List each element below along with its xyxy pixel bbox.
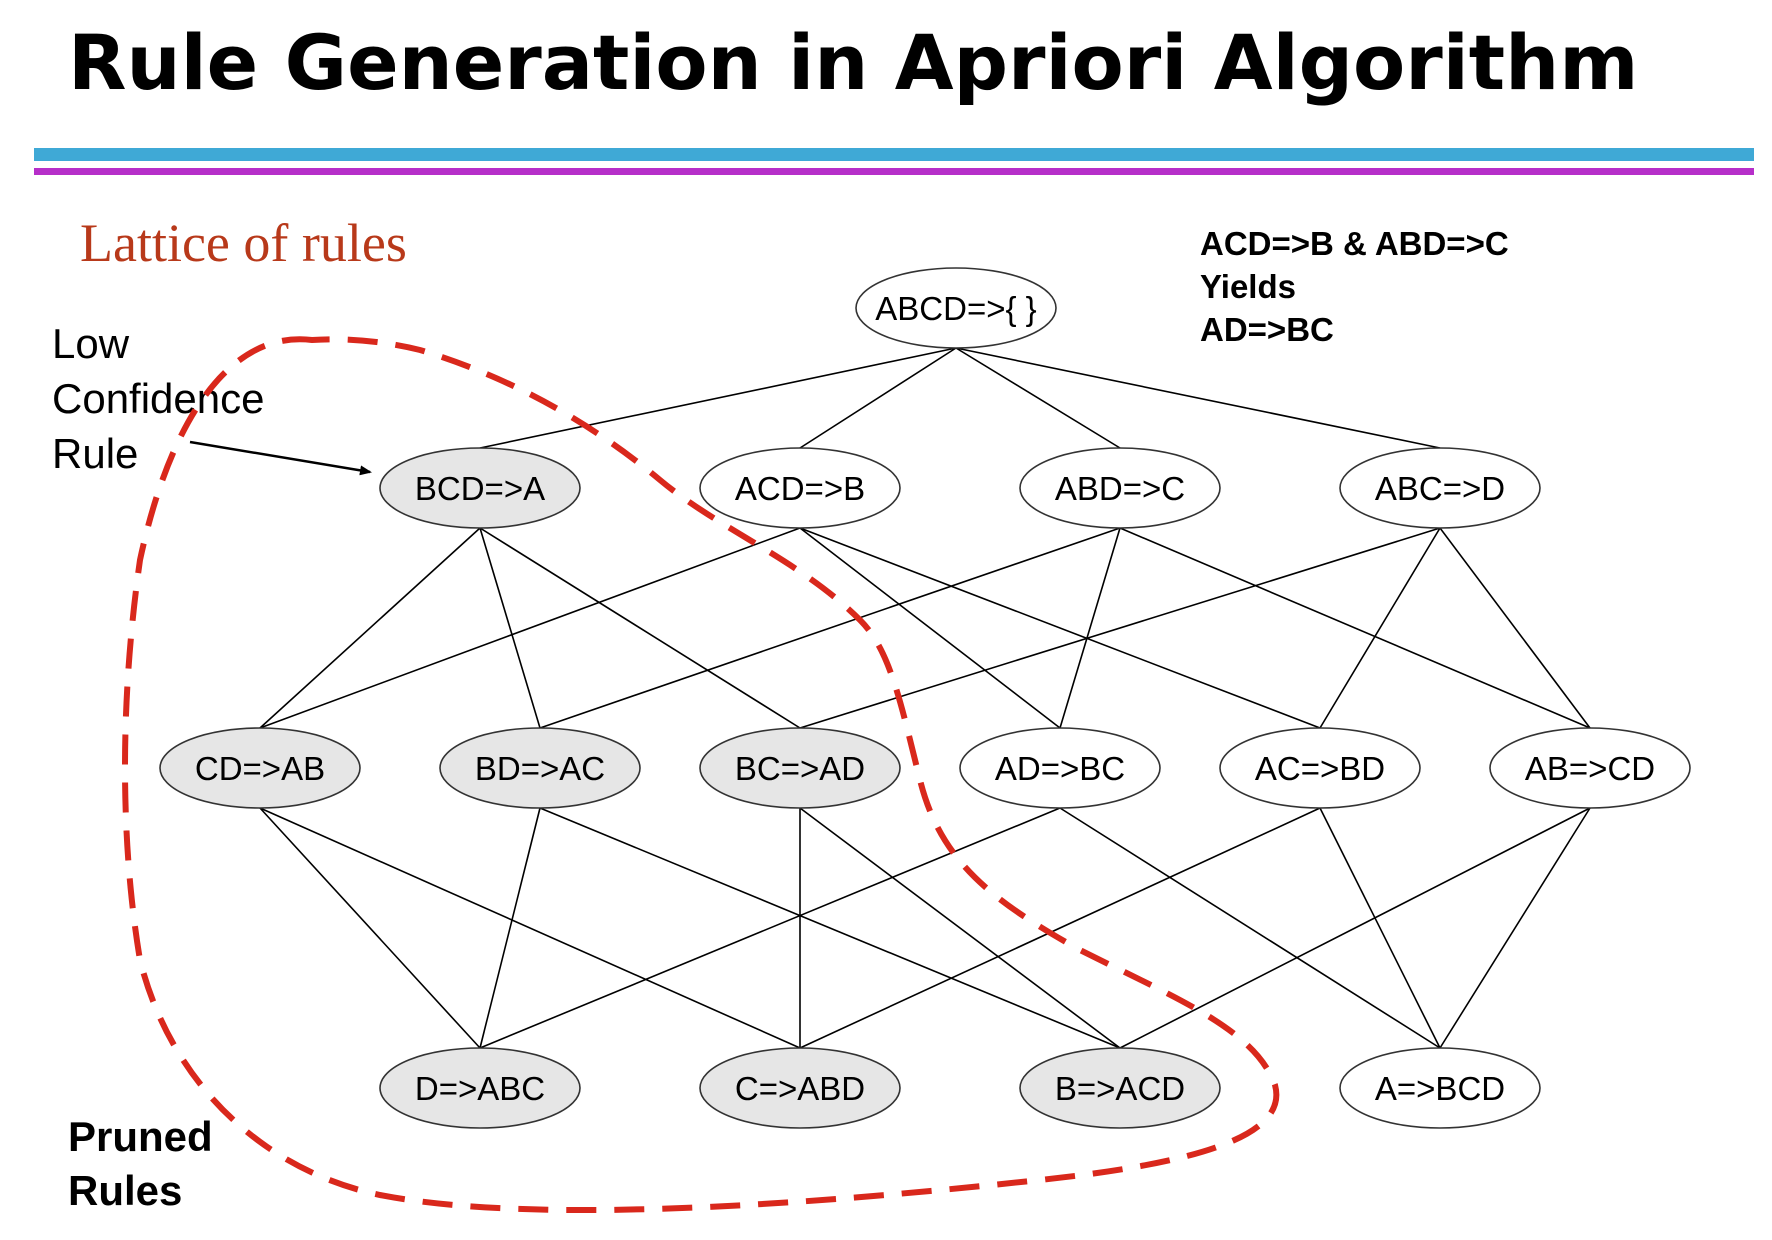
lattice-edge [259, 527, 801, 729]
rule-node-ac: AC=>BD [1219, 727, 1421, 809]
lattice-edge [799, 347, 957, 449]
rule-label: B=>ACD [1055, 1070, 1185, 1107]
lattice-edge [259, 527, 481, 729]
rule-node-acd: ACD=>B [699, 447, 901, 529]
rule-label: ABD=>C [1055, 470, 1185, 507]
rule-label: BD=>AC [475, 750, 605, 787]
rule-node-abcd: ABCD=>{ } [855, 267, 1057, 349]
rule-node-ab: AB=>CD [1489, 727, 1691, 809]
lattice-edge [1439, 527, 1591, 729]
rule-label: D=>ABC [415, 1070, 545, 1107]
rule-label: A=>BCD [1375, 1070, 1505, 1107]
lattice-edge [1319, 527, 1441, 729]
lattice-edge [1119, 807, 1591, 1049]
rule-label: AC=>BD [1255, 750, 1385, 787]
rule-node-ad: AD=>BC [959, 727, 1161, 809]
lattice-edge [1059, 527, 1121, 729]
rule-label: AD=>BC [995, 750, 1125, 787]
rule-node-cd: CD=>AB [159, 727, 361, 809]
rule-label: BCD=>A [415, 470, 545, 507]
lattice-edge [1319, 807, 1441, 1049]
lattice-edge [539, 527, 1121, 729]
low-confidence-arrow [189, 440, 372, 476]
lattice-edge [799, 807, 1321, 1049]
rule-node-bd: BD=>AC [439, 727, 641, 809]
lattice-nodes: ABCD=>{ } BCD=>A ACD=>B ABD=>C ABC=>D CD=>AB B… [159, 267, 1691, 1129]
rule-label: ACD=>B [735, 470, 865, 507]
lattice-edge [539, 807, 1121, 1049]
lattice-edge [259, 807, 801, 1049]
lattice-edge [799, 527, 1321, 729]
lattice-edge [1119, 527, 1591, 729]
lattice-edge [955, 347, 1441, 449]
lattice-edge [1439, 807, 1591, 1049]
rule-node-a: A=>BCD [1339, 1047, 1541, 1129]
lattice-edge [799, 527, 1061, 729]
lattice-edge [799, 807, 1121, 1049]
rule-label: ABC=>D [1375, 470, 1505, 507]
lattice-edge [479, 807, 1061, 1049]
lattice-edge [955, 347, 1121, 449]
rule-node-c: C=>ABD [699, 1047, 901, 1129]
rule-node-d: D=>ABC [379, 1047, 581, 1129]
rule-lattice: ABCD=>{ } BCD=>A ACD=>B ABD=>C ABC=>D CD=>AB B… [122, 267, 1691, 1214]
rule-label: BC=>AD [735, 750, 865, 787]
rule-label: AB=>CD [1525, 750, 1655, 787]
lattice-edge [259, 807, 481, 1049]
rule-node-b: B=>ACD [1019, 1047, 1221, 1129]
lattice-edge [479, 347, 957, 449]
rule-label: ABCD=>{ } [875, 290, 1036, 327]
rule-node-bcd: BCD=>A [379, 447, 581, 529]
rule-label: C=>ABD [735, 1070, 865, 1107]
rule-node-abc: ABC=>D [1339, 447, 1541, 529]
rule-node-abd: ABD=>C [1019, 447, 1221, 529]
lattice-edge [1059, 807, 1441, 1049]
rule-label: CD=>AB [195, 750, 325, 787]
rule-node-bc: BC=>AD [699, 727, 901, 809]
